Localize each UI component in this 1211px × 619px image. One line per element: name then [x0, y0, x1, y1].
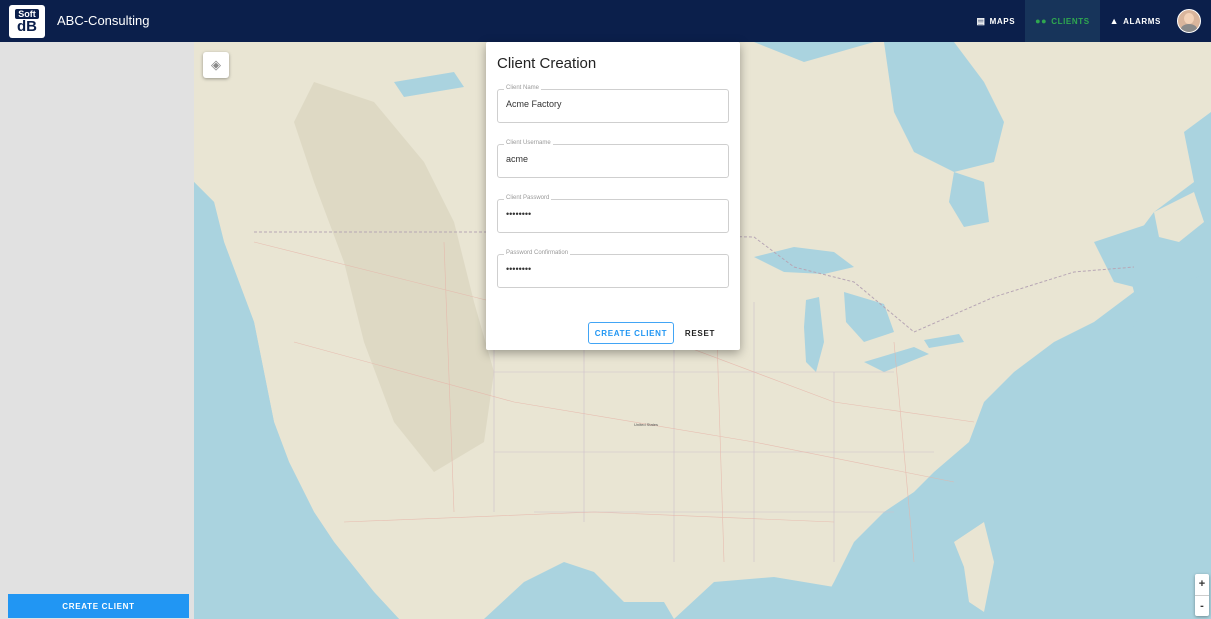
- avatar-body: [1181, 24, 1197, 32]
- map-icon: ▤: [976, 15, 986, 26]
- client-username-label: Client Username: [504, 140, 553, 146]
- gulf-of-mexico: [674, 577, 994, 619]
- top-app-bar: Soft dB ABC-Consulting ▤ MAPS ●● CLIENTS…: [0, 0, 1211, 42]
- layers-icon: ◈: [211, 57, 221, 72]
- zoom-out-button[interactable]: -: [1195, 596, 1209, 617]
- client-sidebar: CREATE CLIENT: [0, 42, 194, 619]
- clients-icon: ●●: [1035, 16, 1048, 26]
- avatar-face: [1184, 13, 1194, 24]
- nav-item-alarms[interactable]: ▲ ALARMS: [1100, 0, 1171, 42]
- client-username-input[interactable]: [506, 154, 716, 164]
- reset-button[interactable]: RESET: [680, 322, 720, 344]
- sidebar-create-client-button[interactable]: CREATE CLIENT: [8, 594, 189, 618]
- create-client-button[interactable]: CREATE CLIENT: [588, 322, 674, 344]
- client-name-input[interactable]: [506, 99, 716, 109]
- client-password-field[interactable]: Client Password: [497, 195, 729, 233]
- client-password-label: Client Password: [504, 195, 552, 201]
- zoom-in-button[interactable]: +: [1195, 574, 1209, 596]
- layers-button[interactable]: ◈: [203, 52, 229, 78]
- zoom-control: + -: [1195, 574, 1209, 616]
- client-name-label: Client Name: [504, 85, 542, 91]
- nav-item-label: CLIENTS: [1051, 16, 1090, 26]
- password-confirmation-input[interactable]: [506, 264, 716, 274]
- password-confirmation-field[interactable]: Password Confirmation: [497, 250, 729, 288]
- user-avatar[interactable]: [1177, 9, 1201, 33]
- nav-item-clients[interactable]: ●● CLIENTS: [1025, 0, 1100, 42]
- nav-item-maps[interactable]: ▤ MAPS: [967, 0, 1026, 42]
- client-username-field[interactable]: Client Username: [497, 140, 729, 178]
- client-creation-dialog: Client Creation Client Name Client Usern…: [486, 42, 740, 350]
- main-nav: ▤ MAPS ●● CLIENTS ▲ ALARMS: [967, 0, 1211, 42]
- nav-item-label: ALARMS: [1123, 16, 1161, 26]
- nav-item-label: MAPS: [989, 16, 1016, 26]
- client-password-input[interactable]: [506, 209, 716, 219]
- florida: [954, 522, 994, 612]
- password-confirmation-label: Password Confirmation: [504, 250, 571, 256]
- app-title: ABC-Consulting: [57, 13, 150, 28]
- softdb-logo[interactable]: Soft dB: [9, 5, 45, 38]
- dialog-title: Client Creation: [497, 55, 597, 72]
- map-label-united-states: United States: [634, 422, 659, 427]
- client-name-field[interactable]: Client Name: [497, 85, 729, 123]
- logo-text-bottom: dB: [17, 18, 37, 35]
- bell-icon: ▲: [1109, 16, 1120, 26]
